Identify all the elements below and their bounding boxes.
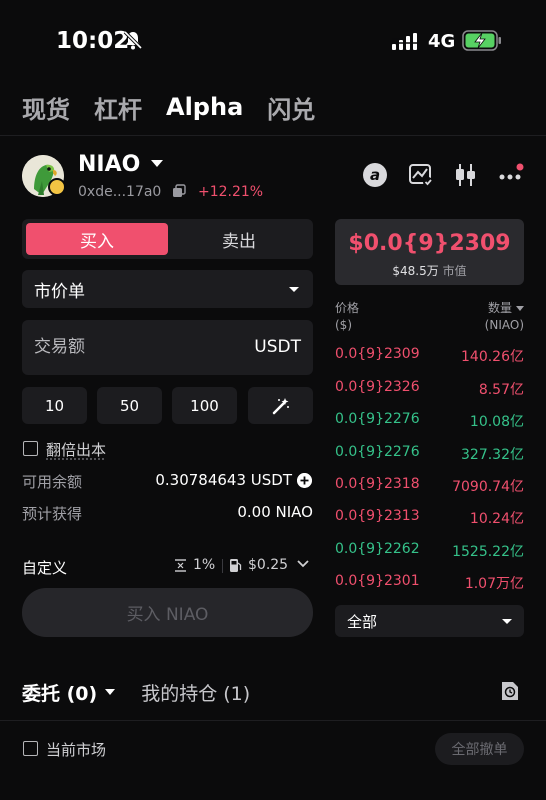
- chain-badge-icon: [48, 178, 66, 196]
- estimated-label: 预计获得: [22, 505, 83, 523]
- orderbook-price-header: 价格 ($): [335, 300, 359, 334]
- tab-orders[interactable]: 委托 (0): [22, 679, 97, 706]
- divider: [222, 559, 223, 573]
- token-name[interactable]: NIAO: [78, 152, 140, 177]
- order-type-select[interactable]: 市价单: [22, 270, 313, 308]
- slippage-value[interactable]: 1%: [193, 557, 215, 573]
- double-sell-checkbox[interactable]: [23, 441, 38, 456]
- orderbook-filter-select[interactable]: 全部: [335, 605, 524, 637]
- amount-unit: USDT: [254, 337, 301, 357]
- quick-amount-100[interactable]: 100: [172, 387, 237, 424]
- orderbook-qty: 1.07万亿: [464, 576, 524, 592]
- sell-tab[interactable]: 卖出: [168, 223, 310, 255]
- orderbook-price: 0.0{9}2313: [335, 508, 420, 524]
- orderbook-price: 0.0{9}2326: [335, 379, 420, 395]
- candlestick-icon[interactable]: [452, 162, 478, 188]
- estimated-value: 0.00 NIAO: [237, 503, 313, 521]
- tab-alpha[interactable]: Alpha: [166, 93, 243, 121]
- orderbook-filter-label: 全部: [347, 612, 378, 631]
- chevron-down-icon[interactable]: [297, 560, 309, 568]
- double-sell-label[interactable]: 翻倍出本: [46, 439, 106, 460]
- network-type: 4G: [428, 31, 456, 52]
- caret-down-icon: [516, 306, 524, 311]
- chart-icon[interactable]: [408, 162, 434, 188]
- svg-text:a: a: [370, 166, 380, 184]
- orderbook-qty: 10.08亿: [469, 414, 524, 430]
- divider: [0, 135, 546, 136]
- edit-amounts-button[interactable]: [248, 387, 313, 424]
- price-header-unit: ($): [335, 318, 352, 332]
- quick-amount-50[interactable]: 50: [97, 387, 162, 424]
- tab-margin[interactable]: 杠杆: [94, 90, 142, 125]
- current-market-label[interactable]: 当前市场: [46, 739, 106, 760]
- orderbook-price: 0.0{9}2301: [335, 573, 420, 589]
- orderbook-price: 0.0{9}2262: [335, 541, 420, 557]
- caret-down-icon: [502, 619, 512, 624]
- market-tabs: 现货 杠杆 Alpha 闪兑: [22, 90, 315, 124]
- orderbook-qty: 8.57亿: [478, 382, 524, 398]
- status-time: 10:02: [56, 28, 130, 54]
- slippage-icon: [175, 559, 186, 572]
- buy-submit-button[interactable]: 买入 NIAO: [22, 588, 313, 637]
- price-header-label: 价格: [335, 301, 360, 315]
- orderbook-qty: 327.32亿: [461, 447, 524, 463]
- token-change: +12.21%: [198, 184, 264, 200]
- custom-label: 自定义: [22, 559, 68, 577]
- orderbook-row[interactable]: 0.0{9}2276 10.08亿: [335, 409, 524, 431]
- battery-charging-icon: [462, 30, 501, 51]
- market-cap-label: 市值: [442, 264, 467, 278]
- orderbook-qty: 10.24亿: [469, 511, 524, 527]
- document-icon[interactable]: [500, 680, 520, 702]
- magic-wand-icon: [272, 397, 289, 414]
- orderbook-price: 0.0{9}2309: [335, 346, 420, 362]
- status-bar: 10:02 4G: [0, 0, 546, 80]
- caret-down-icon[interactable]: [105, 689, 116, 695]
- amount-input[interactable]: [34, 337, 234, 357]
- current-price: $0.0{9}2309: [348, 231, 511, 256]
- market-cap: $48.5万 市值: [335, 262, 524, 279]
- available-label: 可用余额: [22, 473, 83, 491]
- orderbook-price: 0.0{9}2276: [335, 444, 420, 460]
- orderbook-price: 0.0{9}2276: [335, 411, 420, 427]
- tab-convert[interactable]: 闪兑: [267, 90, 315, 125]
- gas-icon: [230, 559, 242, 572]
- quick-amount-10[interactable]: 10: [22, 387, 87, 424]
- market-cap-value: $48.5万: [392, 264, 439, 278]
- token-caret-icon[interactable]: [151, 160, 163, 167]
- orderbook-qty: 140.26亿: [461, 349, 524, 365]
- orderbook-price: 0.0{9}2318: [335, 476, 420, 492]
- orderbook-row[interactable]: 0.0{9}2262 1525.22亿: [335, 539, 524, 561]
- signal-icon: [392, 33, 417, 50]
- gas-value[interactable]: $0.25: [248, 557, 288, 573]
- orderbook-qty-header[interactable]: 数量 (NIAO): [485, 300, 524, 334]
- bell-slash-icon: [123, 30, 143, 50]
- orderbook-row[interactable]: 0.0{9}2276 327.32亿: [335, 442, 524, 464]
- current-market-checkbox[interactable]: [23, 741, 38, 756]
- buy-tab[interactable]: 买入: [26, 223, 168, 255]
- amount-field[interactable]: USDT: [22, 320, 313, 375]
- orderbook-row[interactable]: 0.0{9}2301 1.07万亿: [335, 571, 524, 593]
- tab-spot[interactable]: 现货: [22, 90, 70, 125]
- orderbook-row[interactable]: 0.0{9}2326 8.57亿: [335, 377, 524, 399]
- token-address: 0xde...17a0: [78, 184, 162, 200]
- price-card: $0.0{9}2309 $48.5万 市值: [335, 219, 524, 285]
- orderbook-row[interactable]: 0.0{9}2313 10.24亿: [335, 506, 524, 528]
- order-type-label: 市价单: [34, 281, 85, 302]
- divider: [0, 720, 546, 721]
- available-value: 0.30784643 USDT: [155, 471, 292, 489]
- qty-header-label: 数量: [487, 301, 512, 315]
- tab-positions[interactable]: 我的持仓 (1): [141, 679, 250, 706]
- orderbook-qty: 7090.74亿: [452, 479, 524, 495]
- qty-header-unit: (NIAO): [484, 318, 524, 332]
- bottom-tabs: 委托 (0) 我的持仓 (1): [22, 678, 250, 706]
- orderbook-qty: 1525.22亿: [452, 544, 524, 560]
- cancel-all-button[interactable]: 全部撤单: [435, 733, 524, 765]
- copy-icon[interactable]: [172, 184, 186, 198]
- caret-down-icon: [289, 287, 299, 292]
- orderbook-row[interactable]: 0.0{9}2318 7090.74亿: [335, 474, 524, 496]
- plus-icon[interactable]: [297, 473, 312, 488]
- more-icon[interactable]: [498, 162, 524, 188]
- alpha-icon[interactable]: a: [362, 162, 388, 188]
- orderbook-row[interactable]: 0.0{9}2309 140.26亿: [335, 344, 524, 366]
